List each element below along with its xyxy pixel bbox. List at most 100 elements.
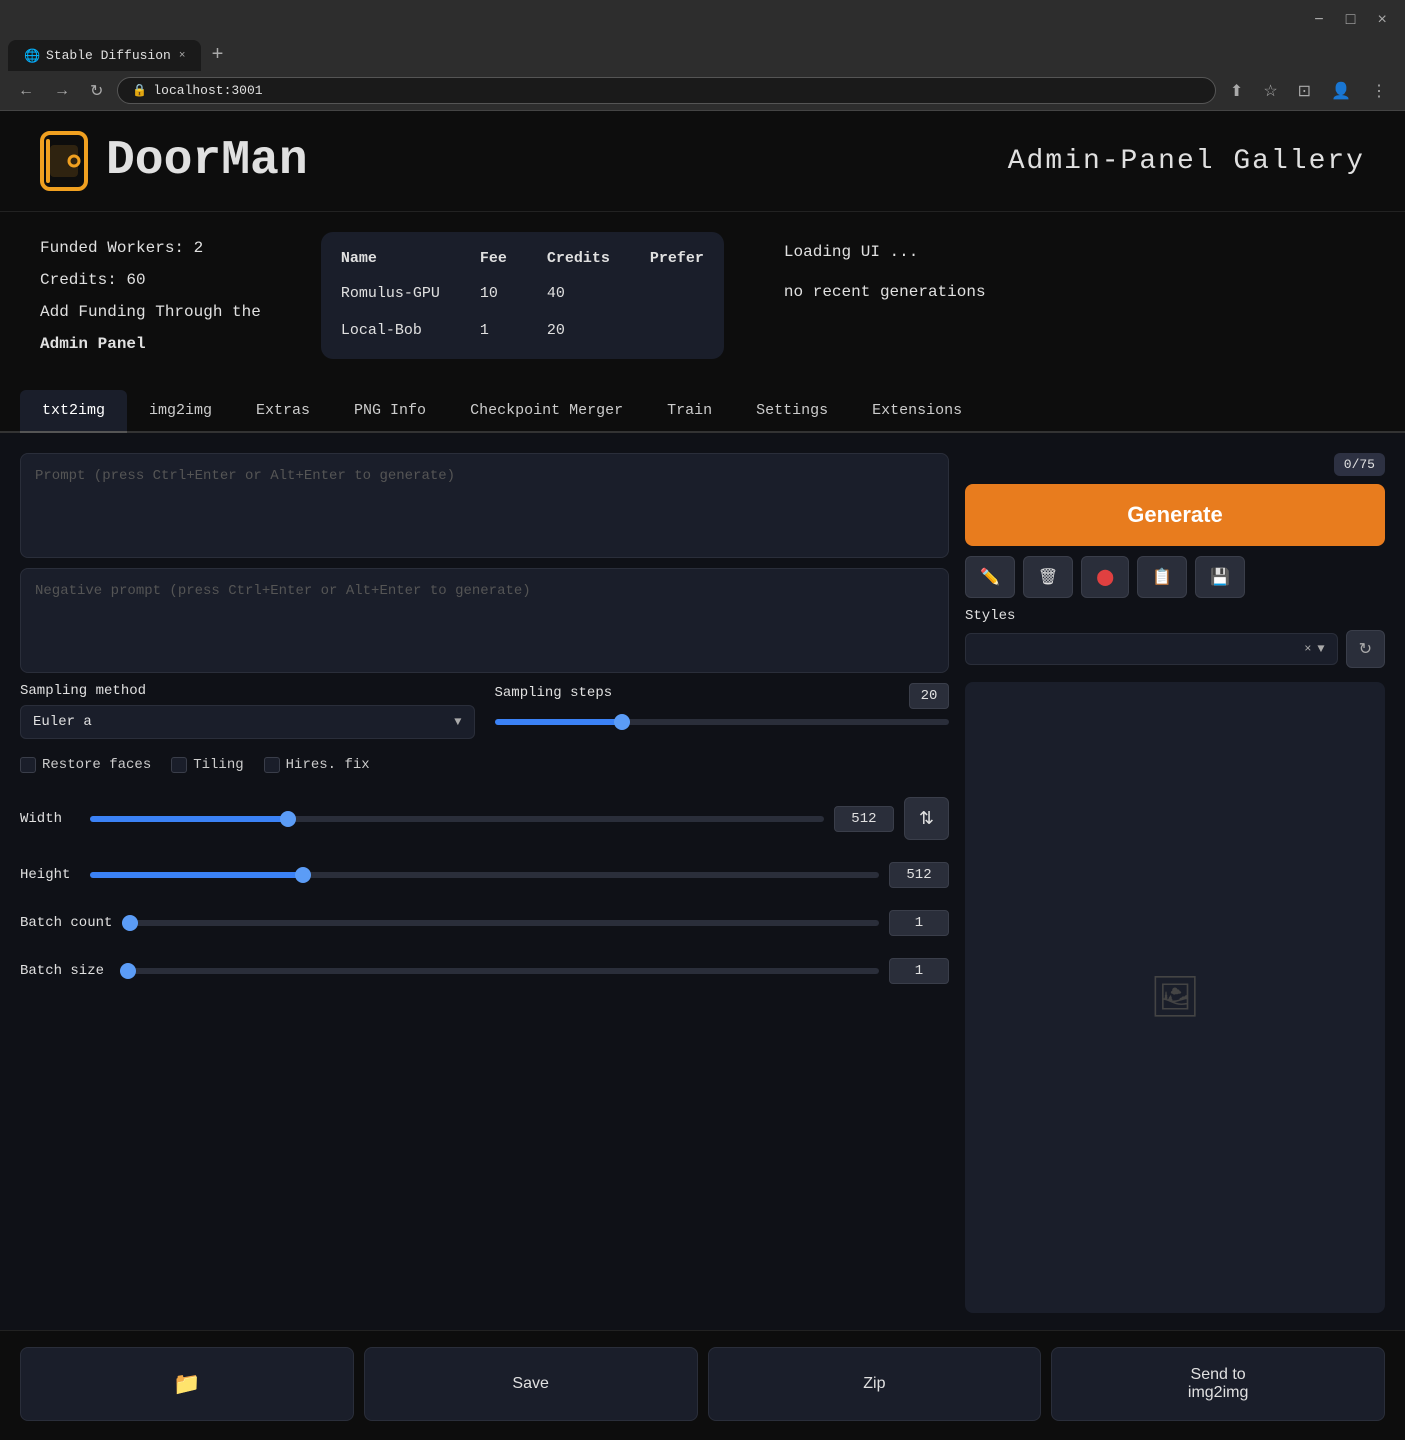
sampling-steps-slider[interactable]: [495, 719, 950, 725]
save-button[interactable]: Save: [364, 1347, 698, 1421]
clipboard-icon-button[interactable]: 📋: [1137, 556, 1187, 598]
window-controls[interactable]: − □ ×: [1308, 9, 1393, 31]
hires-fix-label: Hires. fix: [286, 757, 370, 773]
height-slider[interactable]: [90, 872, 879, 878]
height-value[interactable]: 512: [889, 862, 949, 888]
hires-fix-checkbox[interactable]: Hires. fix: [264, 757, 370, 773]
edit-icon-button[interactable]: ✏️: [965, 556, 1015, 598]
browser-addressbar: ← → ↻ 🔒 localhost:3001 ⬆ ☆ ⊡ 👤 ⋮: [0, 71, 1405, 111]
address-bar[interactable]: 🔒 localhost:3001: [117, 77, 1216, 104]
tab-settings[interactable]: Settings: [734, 390, 850, 433]
height-slider-thumb[interactable]: [295, 867, 311, 883]
browser-chrome: − □ × 🌐 Stable Diffusion × + ← → ↻ 🔒 loc…: [0, 0, 1405, 111]
tiling-checkbox[interactable]: Tiling: [171, 757, 243, 773]
batch-count-row: Batch count 1: [20, 910, 949, 936]
tab-checkpoint-merger[interactable]: Checkpoint Merger: [448, 390, 645, 433]
tab-txt2img[interactable]: txt2img: [20, 390, 127, 433]
sampling-method-label: Sampling method: [20, 683, 475, 699]
tab-extensions[interactable]: Extensions: [850, 390, 984, 433]
share-icon[interactable]: ⬆: [1224, 79, 1249, 103]
sampling-row: Sampling method Euler a ▼ Sampling steps…: [20, 683, 949, 739]
forward-button[interactable]: →: [48, 80, 76, 102]
width-value[interactable]: 512: [834, 806, 894, 832]
zip-button[interactable]: Zip: [708, 1347, 1042, 1421]
bookmark-icon[interactable]: ☆: [1257, 79, 1283, 103]
swap-dimensions-button[interactable]: ⇅: [904, 797, 949, 840]
menu-icon[interactable]: ⋮: [1365, 79, 1393, 103]
close-window-button[interactable]: ×: [1371, 9, 1393, 31]
batch-count-thumb[interactable]: [122, 915, 138, 931]
loading-status: Loading UI ...: [784, 232, 986, 272]
batch-count-value[interactable]: 1: [889, 910, 949, 936]
width-label: Width: [20, 811, 80, 827]
batch-count-slider[interactable]: [122, 920, 879, 926]
restore-faces-label: Restore faces: [42, 757, 151, 773]
styles-section: Styles × ▼ ↻: [965, 608, 1385, 668]
checkboxes-row: Restore faces Tiling Hires. fix: [20, 757, 949, 773]
batch-size-slider-wrap: [120, 958, 879, 984]
styles-refresh-button[interactable]: ↻: [1346, 630, 1385, 668]
browser-titlebar: − □ ×: [0, 0, 1405, 40]
width-slider-fill: [90, 816, 288, 822]
tab-png-info[interactable]: PNG Info: [332, 390, 448, 433]
image-placeholder-icon: 🖼: [1150, 973, 1201, 1023]
save-icon-button[interactable]: 💾: [1195, 556, 1245, 598]
height-slider-wrap: [90, 862, 879, 888]
profile-icon[interactable]: 👤: [1325, 79, 1357, 103]
reader-icon[interactable]: ⊡: [1292, 79, 1317, 103]
tabs-bar: txt2img img2img Extras PNG Info Checkpoi…: [0, 390, 1405, 433]
worker-credits-1: 20: [527, 312, 630, 349]
batch-count-label: Batch count: [20, 915, 112, 931]
sampling-method-select[interactable]: Euler a ▼: [20, 705, 475, 739]
batch-size-slider[interactable]: [120, 968, 879, 974]
styles-dropdown-icon[interactable]: ▼: [1317, 642, 1324, 656]
back-button[interactable]: ←: [12, 80, 40, 102]
worker-prefer-0: [630, 275, 724, 312]
generate-button[interactable]: Generate: [965, 484, 1385, 546]
tab-favicon: 🌐: [24, 49, 38, 63]
action-icons-row: ✏️ 🗑 ⬤ 📋 💾: [965, 556, 1385, 598]
tab-train[interactable]: Train: [645, 390, 734, 433]
send-to-img2img-button[interactable]: Send to img2img: [1051, 1347, 1385, 1421]
reload-button[interactable]: ↻: [84, 79, 109, 103]
tab-img2img[interactable]: img2img: [127, 390, 234, 433]
logo-area: DoorMan: [40, 131, 308, 191]
styles-input[interactable]: × ▼: [965, 633, 1338, 665]
sampling-steps-section: Sampling steps 20: [495, 683, 950, 739]
header-title: Admin-Panel Gallery: [1008, 146, 1365, 177]
height-label: Height: [20, 867, 80, 883]
height-row: Height 512: [20, 862, 949, 888]
steps-slider-thumb[interactable]: [614, 714, 630, 730]
col-prefer: Prefer: [630, 242, 724, 275]
width-slider[interactable]: [90, 816, 824, 822]
maximize-button[interactable]: □: [1340, 9, 1362, 31]
restore-faces-checkbox[interactable]: Restore faces: [20, 757, 151, 773]
prompt-input[interactable]: [35, 468, 934, 538]
new-tab-button[interactable]: +: [201, 40, 233, 71]
admin-panel-link[interactable]: Admin Panel: [40, 335, 146, 353]
logo-text: DoorMan: [106, 134, 308, 188]
main-content: Sampling method Euler a ▼ Sampling steps…: [0, 433, 1405, 1333]
minimize-button[interactable]: −: [1308, 9, 1330, 31]
browser-tab[interactable]: 🌐 Stable Diffusion ×: [8, 40, 201, 71]
record-icon-button[interactable]: ⬤: [1081, 556, 1129, 598]
tab-extras[interactable]: Extras: [234, 390, 332, 433]
negative-prompt-input[interactable]: [35, 583, 934, 653]
batch-size-label: Batch size: [20, 963, 110, 979]
trash-icon-button[interactable]: 🗑: [1023, 556, 1073, 598]
folder-button[interactable]: 📁: [20, 1347, 354, 1421]
batch-size-value[interactable]: 1: [889, 958, 949, 984]
width-slider-thumb[interactable]: [280, 811, 296, 827]
height-slider-fill: [90, 872, 303, 878]
batch-size-thumb[interactable]: [120, 963, 136, 979]
tab-close-button[interactable]: ×: [179, 50, 186, 62]
token-count: 0/75: [1334, 453, 1385, 476]
batch-size-row: Batch size 1: [20, 958, 949, 984]
worker-name-0: Romulus-GPU: [321, 275, 460, 312]
worker-name-1: Local-Bob: [321, 312, 460, 349]
table-row: Local-Bob 1 20: [321, 312, 724, 349]
sampling-steps-value[interactable]: 20: [909, 683, 949, 709]
prompt-box: [20, 453, 949, 558]
worker-credits-0: 40: [527, 275, 630, 312]
styles-clear-button[interactable]: ×: [1304, 642, 1311, 656]
